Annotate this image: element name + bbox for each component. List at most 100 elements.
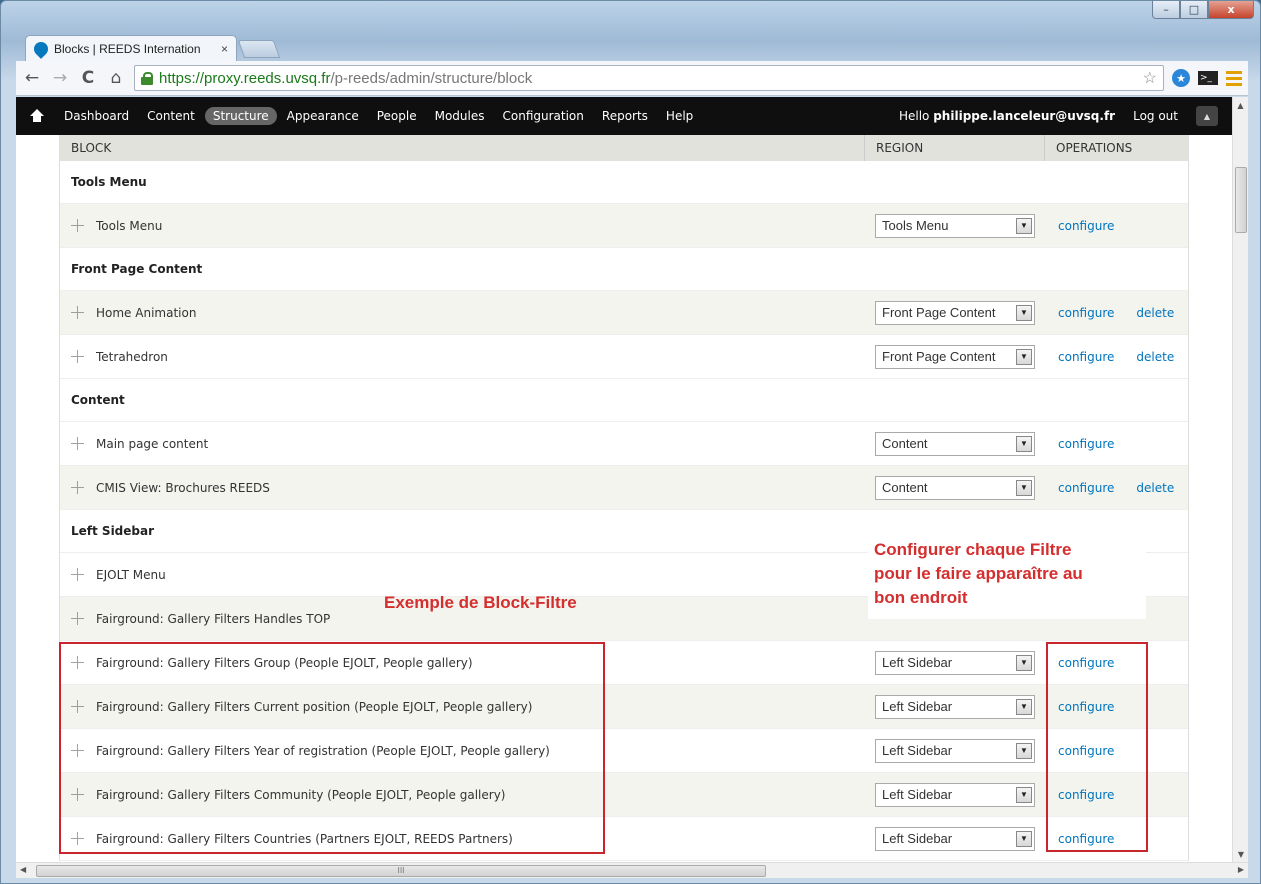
- url-host: https://proxy.reeds.uvsq.fr: [159, 69, 331, 87]
- configure-link[interactable]: configure: [1058, 306, 1114, 320]
- table-row: Main page content Content ▼ configure: [60, 422, 1188, 466]
- header-operations: OPERATIONS: [1056, 141, 1133, 155]
- region-select[interactable]: Front Page Content ▼: [875, 300, 1035, 325]
- annotation-block-filter: Exemple de Block-Filtre: [384, 593, 577, 612]
- admin-menu: Dashboard Content Structure Appearance P…: [56, 107, 701, 125]
- hello-prefix: Hello: [898, 109, 934, 123]
- horizontal-scrollbar[interactable]: ◀ III ▶: [16, 862, 1248, 878]
- admin-menu-people[interactable]: People: [369, 107, 425, 125]
- admin-menu-modules[interactable]: Modules: [427, 107, 493, 125]
- browser-toolbar: ← → C ⌂ https://proxy.reeds.uvsq.fr/p-re…: [16, 61, 1248, 96]
- delete-link[interactable]: delete: [1136, 481, 1174, 495]
- dropdown-arrow-icon: ▼: [1016, 435, 1032, 452]
- forward-arrow-icon[interactable]: →: [50, 68, 70, 88]
- drag-handle-icon[interactable]: [71, 350, 84, 363]
- annotation-line: bon endroit: [874, 588, 968, 607]
- configure-link[interactable]: configure: [1058, 437, 1114, 451]
- dropdown-arrow-icon: ▼: [1016, 830, 1032, 847]
- bookmark-star-icon[interactable]: ☆: [1143, 68, 1157, 88]
- region-select[interactable]: Left Sidebar ▼: [875, 650, 1035, 675]
- admin-menu-structure[interactable]: Structure: [204, 107, 277, 125]
- hello-user: Hello philippe.lanceleur@uvsq.fr: [899, 109, 1115, 123]
- region-select[interactable]: Tools Menu ▼: [875, 213, 1035, 238]
- header-region: REGION: [865, 135, 1045, 161]
- region-select-value: Left Sidebar: [882, 831, 953, 846]
- admin-menu-help[interactable]: Help: [658, 107, 701, 125]
- dropdown-arrow-icon: ▼: [1016, 654, 1032, 671]
- table-header: BLOCK REGION OPERATIONS: [60, 135, 1188, 161]
- block-name: Home Animation: [96, 305, 197, 320]
- tab-close-icon[interactable]: ×: [221, 42, 228, 56]
- dropdown-arrow-icon: ▼: [1016, 479, 1032, 496]
- user-name-link[interactable]: philippe.lanceleur@uvsq.fr: [933, 109, 1115, 123]
- back-arrow-icon[interactable]: ←: [22, 68, 42, 88]
- minimize-button[interactable]: –: [1152, 1, 1180, 19]
- region-select[interactable]: Left Sidebar ▼: [875, 738, 1035, 763]
- region-title-content: Content: [60, 379, 1188, 422]
- drag-handle-icon[interactable]: [71, 568, 84, 581]
- block-name: Tetrahedron: [96, 349, 168, 364]
- drag-handle-icon[interactable]: [71, 219, 84, 232]
- address-bar[interactable]: https://proxy.reeds.uvsq.fr/p-reeds/admi…: [134, 65, 1164, 91]
- configure-link[interactable]: configure: [1058, 481, 1114, 495]
- drag-handle-icon[interactable]: [71, 612, 84, 625]
- block-name: EJOLT Menu: [96, 567, 166, 582]
- dropdown-arrow-icon: ▼: [1016, 217, 1032, 234]
- region-select[interactable]: Left Sidebar ▼: [875, 826, 1035, 851]
- admin-menu-content[interactable]: Content: [139, 107, 203, 125]
- home-icon[interactable]: ⌂: [106, 68, 126, 88]
- dropdown-arrow-icon: ▼: [1016, 742, 1032, 759]
- vertical-scroll-thumb[interactable]: [1235, 167, 1247, 233]
- scroll-down-icon[interactable]: ▼: [1233, 846, 1249, 862]
- dropdown-arrow-icon: ▼: [1016, 304, 1032, 321]
- configure-link[interactable]: configure: [1058, 219, 1114, 233]
- drag-handle-icon[interactable]: [71, 437, 84, 450]
- admin-user-area: Hello philippe.lanceleur@uvsq.fr Log out…: [899, 106, 1232, 126]
- scroll-right-icon[interactable]: ▶: [1238, 865, 1244, 874]
- close-button[interactable]: x: [1208, 1, 1254, 19]
- block-name: CMIS View: Brochures REEDS: [96, 480, 270, 495]
- admin-home-icon[interactable]: [30, 109, 44, 123]
- horizontal-scroll-thumb[interactable]: III: [36, 865, 766, 877]
- region-select-value: Left Sidebar: [882, 655, 953, 670]
- region-title-front-page-content: Front Page Content: [60, 248, 1188, 291]
- admin-menu-configuration[interactable]: Configuration: [495, 107, 592, 125]
- configure-link[interactable]: configure: [1058, 350, 1114, 364]
- window-controls: – □ x: [1152, 1, 1254, 19]
- table-row: CMIS View: Brochures REEDS Content ▼ conf…: [60, 466, 1188, 510]
- annotation-box-blocks: [59, 642, 605, 854]
- shortcut-toggle-icon[interactable]: ▲: [1196, 106, 1218, 126]
- reload-icon[interactable]: C: [78, 68, 98, 88]
- tab-title: Blocks | REEDS Internation: [54, 42, 201, 56]
- delete-link[interactable]: delete: [1136, 306, 1174, 320]
- region-select[interactable]: Left Sidebar ▼: [875, 694, 1035, 719]
- extension-star-icon[interactable]: ★: [1172, 69, 1190, 87]
- drag-handle-icon[interactable]: [71, 306, 84, 319]
- block-name: Tools Menu: [96, 218, 163, 233]
- maximize-button[interactable]: □: [1180, 1, 1208, 19]
- admin-menu-appearance[interactable]: Appearance: [279, 107, 367, 125]
- admin-toolbar: Dashboard Content Structure Appearance P…: [16, 97, 1232, 135]
- region-select[interactable]: Content ▼: [875, 431, 1035, 456]
- scroll-left-icon[interactable]: ◀: [20, 865, 26, 874]
- drupal-favicon-icon: [31, 39, 51, 59]
- url-path: /p-reeds/admin/structure/block: [330, 69, 533, 87]
- terminal-extension-icon[interactable]: >_: [1198, 71, 1218, 85]
- region-select[interactable]: Front Page Content ▼: [875, 344, 1035, 369]
- delete-link[interactable]: delete: [1136, 350, 1174, 364]
- scroll-up-icon[interactable]: ▲: [1233, 97, 1248, 113]
- annotation-line: pour le faire apparaître au: [874, 564, 1083, 583]
- region-select[interactable]: Content ▼: [875, 475, 1035, 500]
- vertical-scrollbar[interactable]: ▲ ▼: [1232, 97, 1248, 862]
- region-select[interactable]: Left Sidebar ▼: [875, 782, 1035, 807]
- admin-menu-dashboard[interactable]: Dashboard: [56, 107, 137, 125]
- logout-link[interactable]: Log out: [1133, 109, 1178, 123]
- hamburger-menu-icon[interactable]: [1226, 70, 1242, 86]
- block-name: Main page content: [96, 436, 209, 451]
- region-select-value: Front Page Content: [882, 349, 996, 364]
- new-tab-button[interactable]: [237, 40, 281, 58]
- header-block: BLOCK: [60, 135, 865, 161]
- drag-handle-icon[interactable]: [71, 481, 84, 494]
- browser-tab[interactable]: Blocks | REEDS Internation ×: [25, 35, 237, 62]
- admin-menu-reports[interactable]: Reports: [594, 107, 656, 125]
